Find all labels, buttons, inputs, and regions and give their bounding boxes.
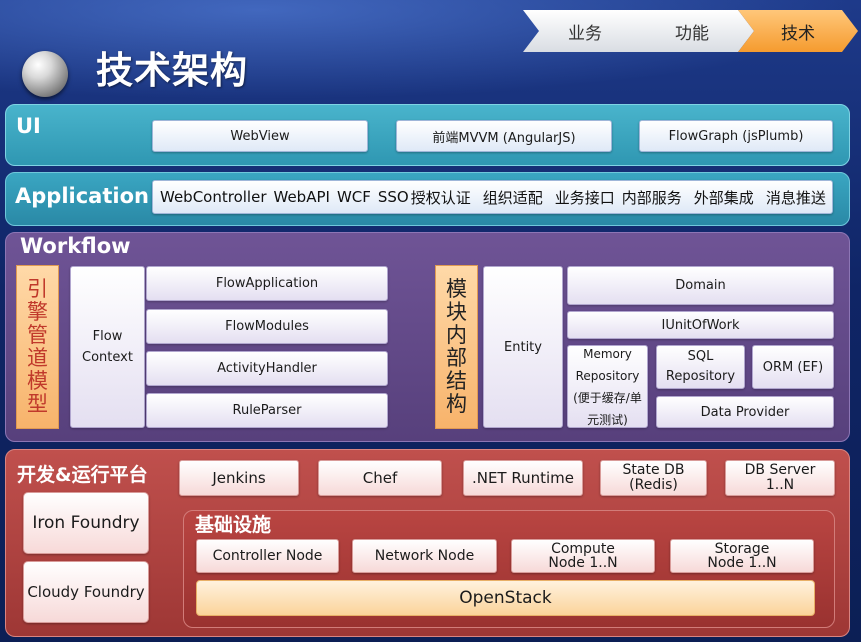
page-title: 技术架构 xyxy=(96,49,248,92)
engine-item-flowapplication: FlowApplication xyxy=(146,266,388,301)
engine-item-flowmodules: FlowModules xyxy=(146,309,388,344)
tool-jenkins: Jenkins xyxy=(179,460,299,496)
data-provider-box: Data Provider xyxy=(656,396,834,428)
iunitofwork-box: IUnitOfWork xyxy=(567,311,834,339)
tool-db-server: DB Server 1..N xyxy=(725,460,835,496)
app-item-webcontroller: WebController xyxy=(160,188,267,206)
engine-label-char: 擎 xyxy=(27,300,48,324)
engine-pipeline-label: 引 擎 管 道 模 型 xyxy=(16,265,59,429)
app-item-business-interface: 业务接口 xyxy=(554,188,615,207)
nav-step-technology[interactable]: 技术 xyxy=(738,10,858,52)
storage-node-box: Storage Node 1..N xyxy=(670,539,814,573)
domain-box: Domain xyxy=(567,266,834,305)
app-item-org-adapter: 组织适配 xyxy=(482,188,543,207)
app-item-auth: 授权认证 xyxy=(410,188,471,207)
cloudy-foundry-box: Cloudy Foundry xyxy=(23,561,149,623)
iron-foundry-box: Iron Foundry xyxy=(23,492,149,554)
application-layer-label: Application xyxy=(15,184,149,208)
sphere-bullet-icon xyxy=(22,51,68,97)
tool-dotnet-runtime: .NET Runtime xyxy=(463,460,583,496)
app-item-wcf: WCF xyxy=(336,188,371,206)
nav-step-function[interactable]: 功能 xyxy=(630,10,754,52)
module-label-char: 部 xyxy=(446,346,467,370)
engine-label-char: 型 xyxy=(27,392,48,416)
module-label-char: 内 xyxy=(446,323,467,347)
ui-item-webview: WebView xyxy=(152,120,368,152)
ui-layer-label: UI xyxy=(16,114,41,138)
engine-label-char: 道 xyxy=(27,346,48,370)
orm-box: ORM (EF) xyxy=(752,345,834,389)
engine-label-char: 管 xyxy=(27,323,48,347)
tool-chef: Chef xyxy=(318,460,442,496)
module-label-char: 模 xyxy=(446,277,467,301)
entity-box: Entity xyxy=(483,266,563,428)
controller-node-box: Controller Node xyxy=(196,539,339,573)
module-label-char: 块 xyxy=(446,300,467,324)
sql-repository-box: SQL Repository xyxy=(656,345,745,389)
memory-repository-box: Memory Repository (便于缓存/单元测试) xyxy=(567,345,648,428)
flow-context-box: Flow Context xyxy=(70,266,145,428)
tool-state-db: State DB (Redis) xyxy=(600,460,707,496)
ui-item-mvvm: 前端MVVM (AngularJS) xyxy=(396,120,612,152)
application-items-bar: WebController WebAPI WCF SSO 授权认证 组织适配 业… xyxy=(152,180,833,214)
engine-item-activityhandler: ActivityHandler xyxy=(146,351,388,386)
app-item-message-push: 消息推送 xyxy=(765,188,826,207)
engine-label-char: 模 xyxy=(27,369,48,393)
module-label-char: 构 xyxy=(446,392,467,416)
app-item-sso: SSO xyxy=(377,188,409,206)
module-structure-label: 模 块 内 部 结 构 xyxy=(435,265,478,429)
network-node-box: Network Node xyxy=(352,539,497,573)
openstack-platform: OpenStack xyxy=(196,580,815,616)
app-item-external-integration: 外部集成 xyxy=(693,188,754,207)
nav-step-business[interactable]: 业务 xyxy=(523,10,647,52)
infrastructure-label: 基础设施 xyxy=(195,514,272,536)
compute-node-box: Compute Node 1..N xyxy=(511,539,655,573)
workflow-layer-label: Workflow xyxy=(20,234,131,258)
engine-label-char: 引 xyxy=(27,277,48,301)
ui-item-flowgraph: FlowGraph (jsPlumb) xyxy=(639,120,833,152)
app-item-webapi: WebAPI xyxy=(273,188,330,206)
app-item-internal-service: 内部服务 xyxy=(621,188,682,207)
devops-layer-label: 开发&运行平台 xyxy=(17,464,148,486)
module-label-char: 结 xyxy=(446,369,467,393)
engine-item-ruleparser: RuleParser xyxy=(146,393,388,428)
